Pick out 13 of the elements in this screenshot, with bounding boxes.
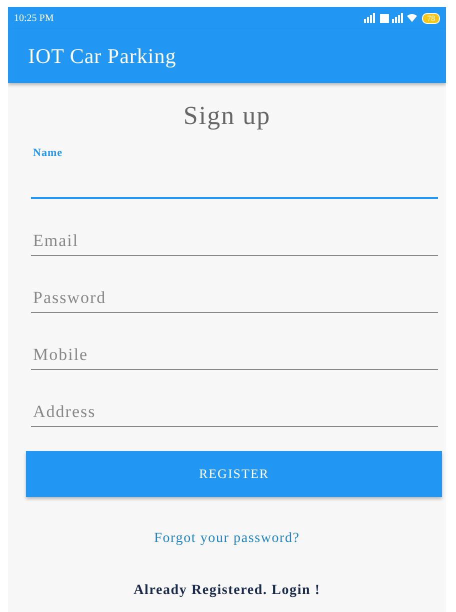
input-field[interactable]: Name xyxy=(31,147,438,199)
page-heading: Sign up xyxy=(182,101,272,131)
register-button[interactable]: REGISTER xyxy=(26,451,442,497)
input-field[interactable]: Password xyxy=(31,278,438,313)
input-field[interactable]: Mobile xyxy=(31,335,438,370)
login-link[interactable]: Already Registered. Login ! xyxy=(8,583,446,599)
input-field[interactable]: Address xyxy=(31,392,438,427)
status-time: 10:25 PM xyxy=(14,12,54,24)
input-field[interactable]: Email xyxy=(31,221,438,256)
app-title: IOT Car Parking xyxy=(28,44,176,68)
forgot-password-link[interactable]: Forgot your password? xyxy=(8,531,446,547)
battery-level: 78 xyxy=(422,12,440,24)
signal-icon xyxy=(364,13,418,23)
